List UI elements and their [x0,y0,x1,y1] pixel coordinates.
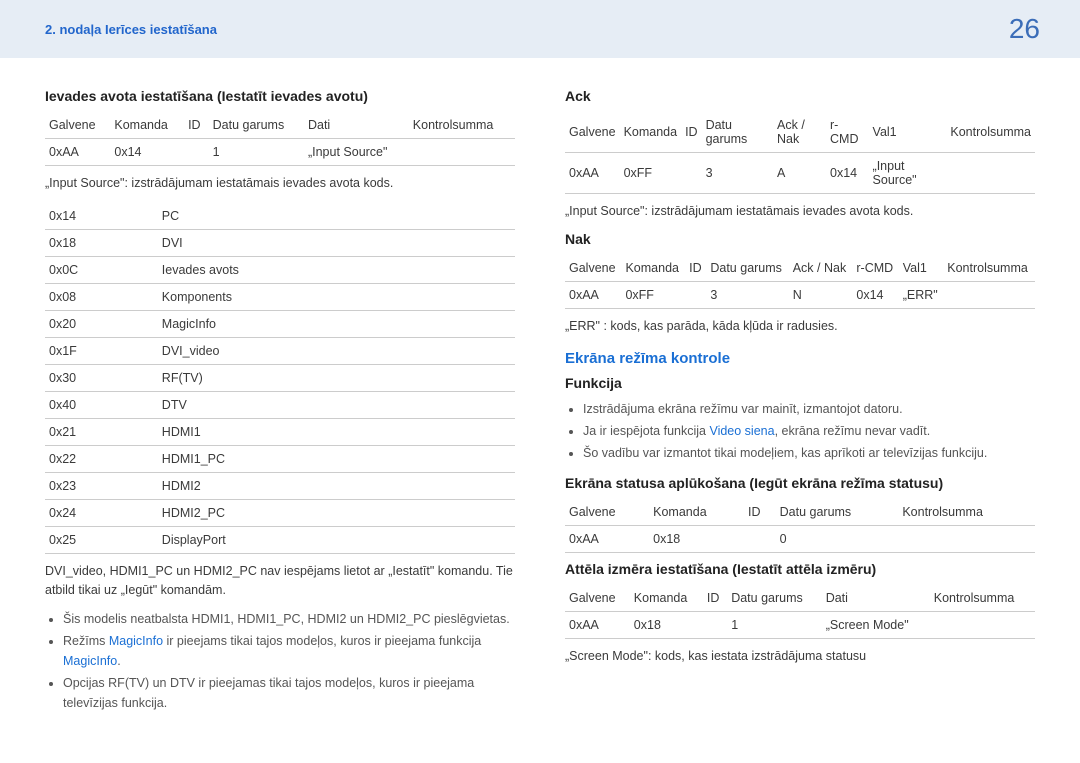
ack-table: Galvene Komanda ID Datu garums Ack / Nak… [565,112,1035,194]
table-row: 0x08Komponents [45,283,515,310]
left-column: Ievades avota iestatīšana (Iestatīt ieva… [45,88,540,725]
table-row: 0xAA 0x14 1 „Input Source" [45,139,515,166]
table-row: 0x25DisplayPort [45,526,515,553]
table-row: 0xAA 0xFF 3 A 0x14 „Input Source" [565,153,1035,194]
section-heading: Attēla izmēra iestatīšana (Iestatīt attē… [565,561,1035,577]
table-row: 0xAA 0x18 1 „Screen Mode" [565,611,1035,638]
table-row: 0x0CIevades avots [45,256,515,283]
table-row: 0x1FDVI_video [45,337,515,364]
section-heading: Ekrāna statusa aplūkošana (Iegūt ekrāna … [565,475,1035,491]
note-text: „Input Source": izstrādājumam iestatāmai… [565,202,1035,221]
list-item: Izstrādājuma ekrāna režīmu var mainīt, i… [583,399,1035,419]
bullet-list: Izstrādājuma ekrāna režīmu var mainīt, i… [565,399,1035,463]
nak-table: Galvene Komanda ID Datu garums Ack / Nak… [565,255,1035,309]
th: Dati [304,112,409,139]
size-set-table: Galvene Komanda ID Datu garums Dati Kont… [565,585,1035,639]
table-row: 0xAA 0x18 0 [565,525,1035,552]
list-item: Ja ir iespējota funkcija Video siena, ek… [583,421,1035,441]
note-text: „Screen Mode": kods, kas iestata izstrād… [565,647,1035,666]
table-row: 0x14PC [45,203,515,230]
th: Kontrolsumma [409,112,515,139]
section-heading-blue: Ekrāna režīma kontrole [565,350,1035,367]
table-row: 0x24HDMI2_PC [45,499,515,526]
link-text: MagicInfo [109,634,163,648]
th: Komanda [110,112,184,139]
table-row: 0x23HDMI2 [45,472,515,499]
th: Galvene [45,112,110,139]
link-text: MagicInfo [63,654,117,668]
table-row: 0xAA 0xFF 3 N 0x14 „ERR" [565,281,1035,308]
table-row: 0x18DVI [45,229,515,256]
th: Datu garums [209,112,304,139]
codes-table: 0x14PC0x18DVI0x0CIevades avots0x08Kompon… [45,203,515,554]
list-item: Režīms MagicInfo ir pieejams tikai tajos… [63,631,515,671]
right-column: Ack Galvene Komanda ID Datu garums Ack /… [540,88,1035,725]
input-set-table: Galvene Komanda ID Datu garums Dati Kont… [45,112,515,166]
link-text: Video siena [709,424,774,438]
bullet-list: Šis modelis neatbalsta HDMI1, HDMI1_PC, … [45,609,515,713]
ack-heading: Ack [565,88,1035,104]
list-item: Šis modelis neatbalsta HDMI1, HDMI1_PC, … [63,609,515,629]
list-item: Opcijas RF(TV) un DTV ir pieejamas tikai… [63,673,515,713]
table-row: 0x30RF(TV) [45,364,515,391]
function-heading: Funkcija [565,375,1035,391]
page-content: Ievades avota iestatīšana (Iestatīt ieva… [0,58,1080,745]
nak-heading: Nak [565,231,1035,247]
note-text: „ERR" : kods, kas parāda, kāda kļūda ir … [565,317,1035,336]
table-row: 0x22HDMI1_PC [45,445,515,472]
page-header: 2. nodaļa Ierīces iestatīšana 26 [0,0,1080,58]
page-number: 26 [1009,13,1040,45]
note-text: „Input Source": izstrādājumam iestatāmai… [45,174,515,193]
table-row: 0x21HDMI1 [45,418,515,445]
chapter-label: 2. nodaļa Ierīces iestatīšana [45,22,217,37]
table-row: 0x20MagicInfo [45,310,515,337]
note-text: DVI_video, HDMI1_PC un HDMI2_PC nav iesp… [45,562,515,600]
list-item: Šo vadību var izmantot tikai modeļiem, k… [583,443,1035,463]
table-row: 0x40DTV [45,391,515,418]
section-heading: Ievades avota iestatīšana (Iestatīt ieva… [45,88,515,104]
th: ID [184,112,209,139]
status-get-table: Galvene Komanda ID Datu garums Kontrolsu… [565,499,1035,553]
